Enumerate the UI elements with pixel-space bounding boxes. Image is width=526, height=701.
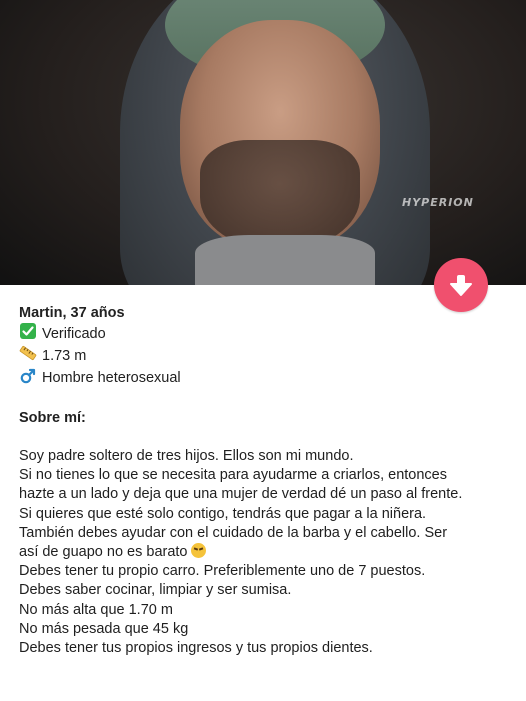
male-symbol-icon: [19, 368, 37, 390]
about-line: hazte a un lado y deja que una mujer de …: [19, 486, 463, 503]
about-line: Debes tener tu propio carro. Preferiblem…: [19, 563, 426, 580]
about-line-with-emoji: así de guapo no es barato: [19, 543, 519, 562]
verified-label: Verificado: [42, 325, 106, 342]
photo-watermark: HYPERION: [402, 196, 474, 209]
about-text: Soy padre soltero de tres hijos. Ellos s…: [19, 447, 519, 658]
height-value: 1.73 m: [42, 347, 87, 364]
shirt-shape: [195, 235, 375, 285]
about-line: Si no tienes lo que se necesita para ayu…: [19, 467, 447, 484]
profile-name: Martin, 37 años: [19, 305, 125, 321]
orientation-label: Hombre heterosexual: [42, 370, 181, 387]
about-line: No más alta que 1.70 m: [19, 601, 173, 618]
about-line: Soy padre soltero de tres hijos. Ellos s…: [19, 448, 354, 465]
arrow-down-icon: [450, 275, 472, 296]
profile-details: Martin, 37 años Verificado 1.73 m Hombre…: [19, 304, 519, 658]
beard-shape: [200, 140, 360, 250]
check-box-icon: [19, 323, 37, 345]
about-line: Debes tener tus propios ingresos y tus p…: [19, 640, 373, 657]
ruler-icon: [19, 345, 37, 367]
about-line: No más pesada que 45 kg: [19, 620, 189, 637]
about-heading: Sobre mí:: [19, 409, 86, 426]
orientation-row: Hombre heterosexual: [19, 368, 519, 390]
profile-photo: HYPERION: [0, 0, 526, 285]
unamused-face-icon: [190, 543, 206, 559]
height-row: 1.73 m: [19, 345, 519, 367]
about-line: Debes saber cocinar, limpiar y ser sumis…: [19, 582, 292, 599]
verified-row: Verificado: [19, 323, 519, 345]
about-line: También debes ayudar con el cuidado de l…: [19, 524, 448, 541]
about-line: Si quieres que esté solo contigo, tendrá…: [19, 505, 427, 522]
about-line: así de guapo no es barato: [19, 544, 188, 561]
